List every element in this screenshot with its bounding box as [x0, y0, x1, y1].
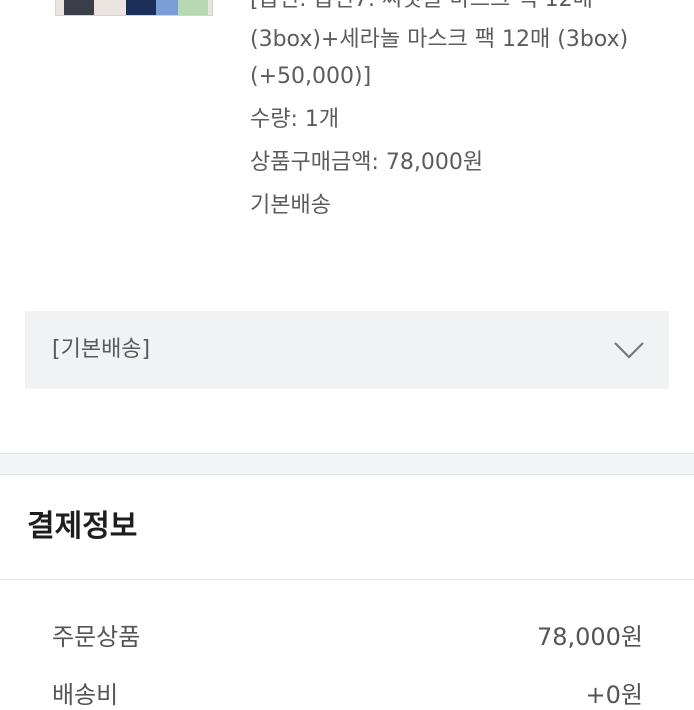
product-quantity: 수량: 1개 — [250, 107, 340, 132]
order-product-label: 주문상품 — [52, 623, 141, 651]
shipping-fee-label: 배송비 — [52, 681, 119, 709]
product-purchase-amount: 상품구매금액: 78,000원 — [250, 150, 484, 175]
chevron-down-icon — [614, 342, 644, 359]
order-product-value: 78,000원 — [536, 623, 643, 651]
product-thumbnail — [55, 0, 213, 16]
shipping-method-select[interactable]: [기본배송] — [25, 311, 669, 389]
product-option-line-1: [옵션: 옵션7. 씨앗글 마스크 팩 12매 — [250, 0, 593, 14]
shipping-method-label: [기본배송] — [52, 337, 151, 362]
shipping-fee-value: +0원 — [585, 681, 643, 709]
section-divider-line — [0, 579, 694, 580]
product-option-line-3: (+50,000)] — [250, 64, 372, 89]
payment-info-title: 결제정보 — [27, 509, 138, 544]
product-shipping-type: 기본배송 — [250, 193, 331, 218]
product-option-line-2: (3box)+세라놀 마스크 팩 12매 (3box) — [250, 27, 629, 52]
section-divider — [0, 453, 694, 475]
